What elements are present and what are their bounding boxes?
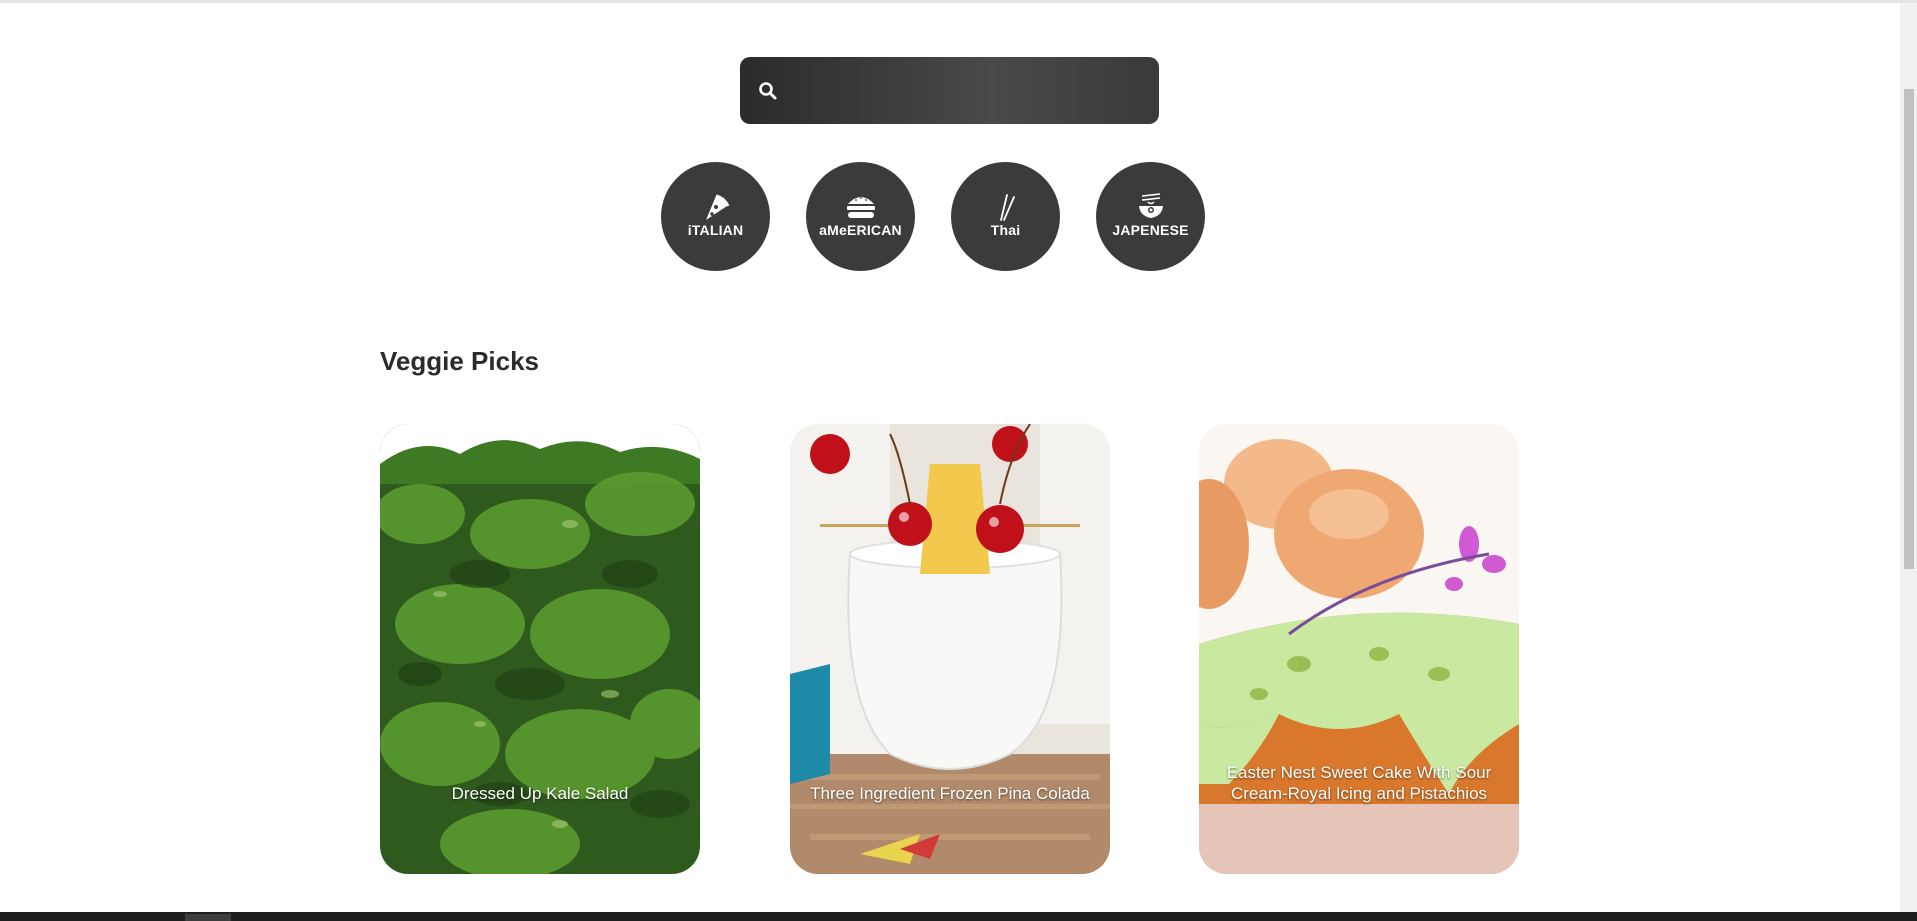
- horizontal-scrollbar[interactable]: [0, 912, 1917, 921]
- category-label: iTALIAN: [687, 222, 744, 238]
- pizza-icon: [699, 192, 733, 222]
- recipe-title: Easter Nest Sweet Cake With Sour Cream-R…: [1226, 763, 1492, 803]
- category-american[interactable]: aMeERICAN: [806, 162, 915, 271]
- burger-icon: [844, 192, 878, 222]
- category-italian[interactable]: iTALIAN: [661, 162, 770, 271]
- category-japanese[interactable]: JAPENESE: [1096, 162, 1205, 271]
- recipe-image: [380, 424, 700, 874]
- search-input[interactable]: [790, 69, 1144, 114]
- recipe-card[interactable]: Dressed Up Kale Salad: [380, 424, 700, 874]
- search-icon[interactable]: [758, 81, 778, 101]
- recipe-image: [1199, 424, 1519, 874]
- category-list: iTALIAN aMeERICAN Thai JAPENESE: [661, 162, 1261, 272]
- scrollbar-thumb[interactable]: [185, 914, 231, 921]
- category-thai[interactable]: Thai: [951, 162, 1060, 271]
- recipe-card[interactable]: Easter Nest Sweet Cake With Sour Cream-R…: [1199, 424, 1519, 874]
- ramen-bowl-icon: [1134, 192, 1168, 222]
- recipe-image: [790, 424, 1110, 874]
- recipe-title: Three Ingredient Frozen Pina Colada: [810, 784, 1090, 803]
- category-label: JAPENESE: [1112, 222, 1189, 238]
- category-label: Thai: [990, 222, 1021, 238]
- recipe-card[interactable]: Three Ingredient Frozen Pina Colada: [790, 424, 1110, 874]
- recipe-title: Dressed Up Kale Salad: [451, 784, 629, 803]
- category-label: aMeERICAN: [819, 222, 902, 238]
- scrollbar-thumb[interactable]: [1904, 89, 1914, 569]
- chopsticks-icon: [989, 192, 1023, 222]
- search-bar[interactable]: [740, 57, 1159, 124]
- vertical-scrollbar[interactable]: [1900, 3, 1917, 912]
- section-title: Veggie Picks: [380, 346, 539, 376]
